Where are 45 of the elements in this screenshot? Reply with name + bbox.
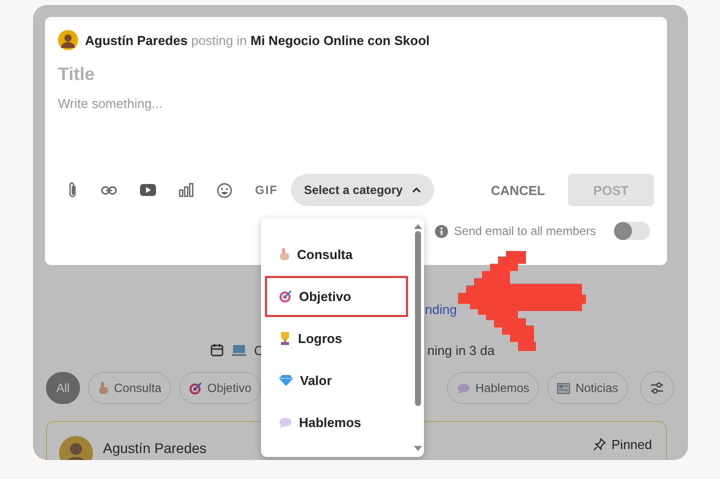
avatar-icon bbox=[59, 436, 93, 460]
pinned-label: Pinned bbox=[592, 437, 652, 452]
scroll-down-icon[interactable] bbox=[414, 446, 422, 452]
newspaper-icon bbox=[557, 382, 570, 394]
category-chip[interactable]: Noticias bbox=[547, 372, 628, 404]
target-icon bbox=[279, 290, 292, 303]
author-name: Agustín Paredes bbox=[103, 440, 207, 456]
category-option[interactable]: Valor bbox=[265, 360, 408, 401]
info-icon bbox=[434, 224, 448, 238]
target-icon bbox=[189, 382, 202, 394]
calendar-icon bbox=[210, 343, 224, 357]
email-option-label: Send email to all members bbox=[454, 224, 596, 238]
attachment-icon[interactable] bbox=[68, 182, 78, 198]
posting-line: Agustín Paredes posting in Mi Negocio Online con Skool bbox=[85, 32, 430, 48]
speech-bubble-icon bbox=[457, 382, 470, 394]
category-chip[interactable]: All bbox=[46, 372, 80, 404]
filter-button[interactable] bbox=[640, 371, 674, 405]
smiley-icon[interactable] bbox=[217, 182, 232, 198]
cancel-button[interactable]: CANCEL bbox=[490, 182, 545, 198]
avatar-icon bbox=[58, 30, 78, 50]
category-option[interactable]: Objetivo bbox=[265, 276, 408, 317]
gem-icon bbox=[279, 375, 293, 386]
event-text: ning in 3 da bbox=[427, 342, 495, 358]
category-chip[interactable]: Hablemos bbox=[447, 372, 540, 404]
category-option[interactable]: Logros bbox=[265, 318, 408, 359]
finger-icon bbox=[279, 248, 290, 261]
sliders-icon bbox=[650, 382, 664, 394]
category-option[interactable]: Hablemos bbox=[265, 402, 408, 443]
email-toggle[interactable] bbox=[614, 222, 650, 240]
trophy-icon bbox=[279, 332, 291, 345]
caret-icon bbox=[412, 187, 421, 193]
video-icon[interactable] bbox=[140, 184, 156, 196]
bar-chart-icon[interactable] bbox=[179, 183, 194, 197]
pin-icon bbox=[592, 438, 606, 451]
category-option[interactable]: Consulta bbox=[265, 234, 408, 275]
finger-icon bbox=[98, 382, 109, 394]
category-chip[interactable]: Consulta bbox=[88, 372, 172, 404]
category-chip[interactable]: Objetivo bbox=[179, 372, 262, 404]
gif-button[interactable]: GIF bbox=[255, 183, 278, 197]
scroll-up-icon[interactable] bbox=[414, 223, 422, 229]
computer-icon bbox=[232, 344, 246, 356]
speech-bubble-icon bbox=[279, 417, 292, 428]
category-dropdown[interactable]: Select a category bbox=[291, 174, 434, 206]
link-icon[interactable] bbox=[101, 186, 117, 194]
link-fragment[interactable]: nding bbox=[425, 302, 457, 317]
